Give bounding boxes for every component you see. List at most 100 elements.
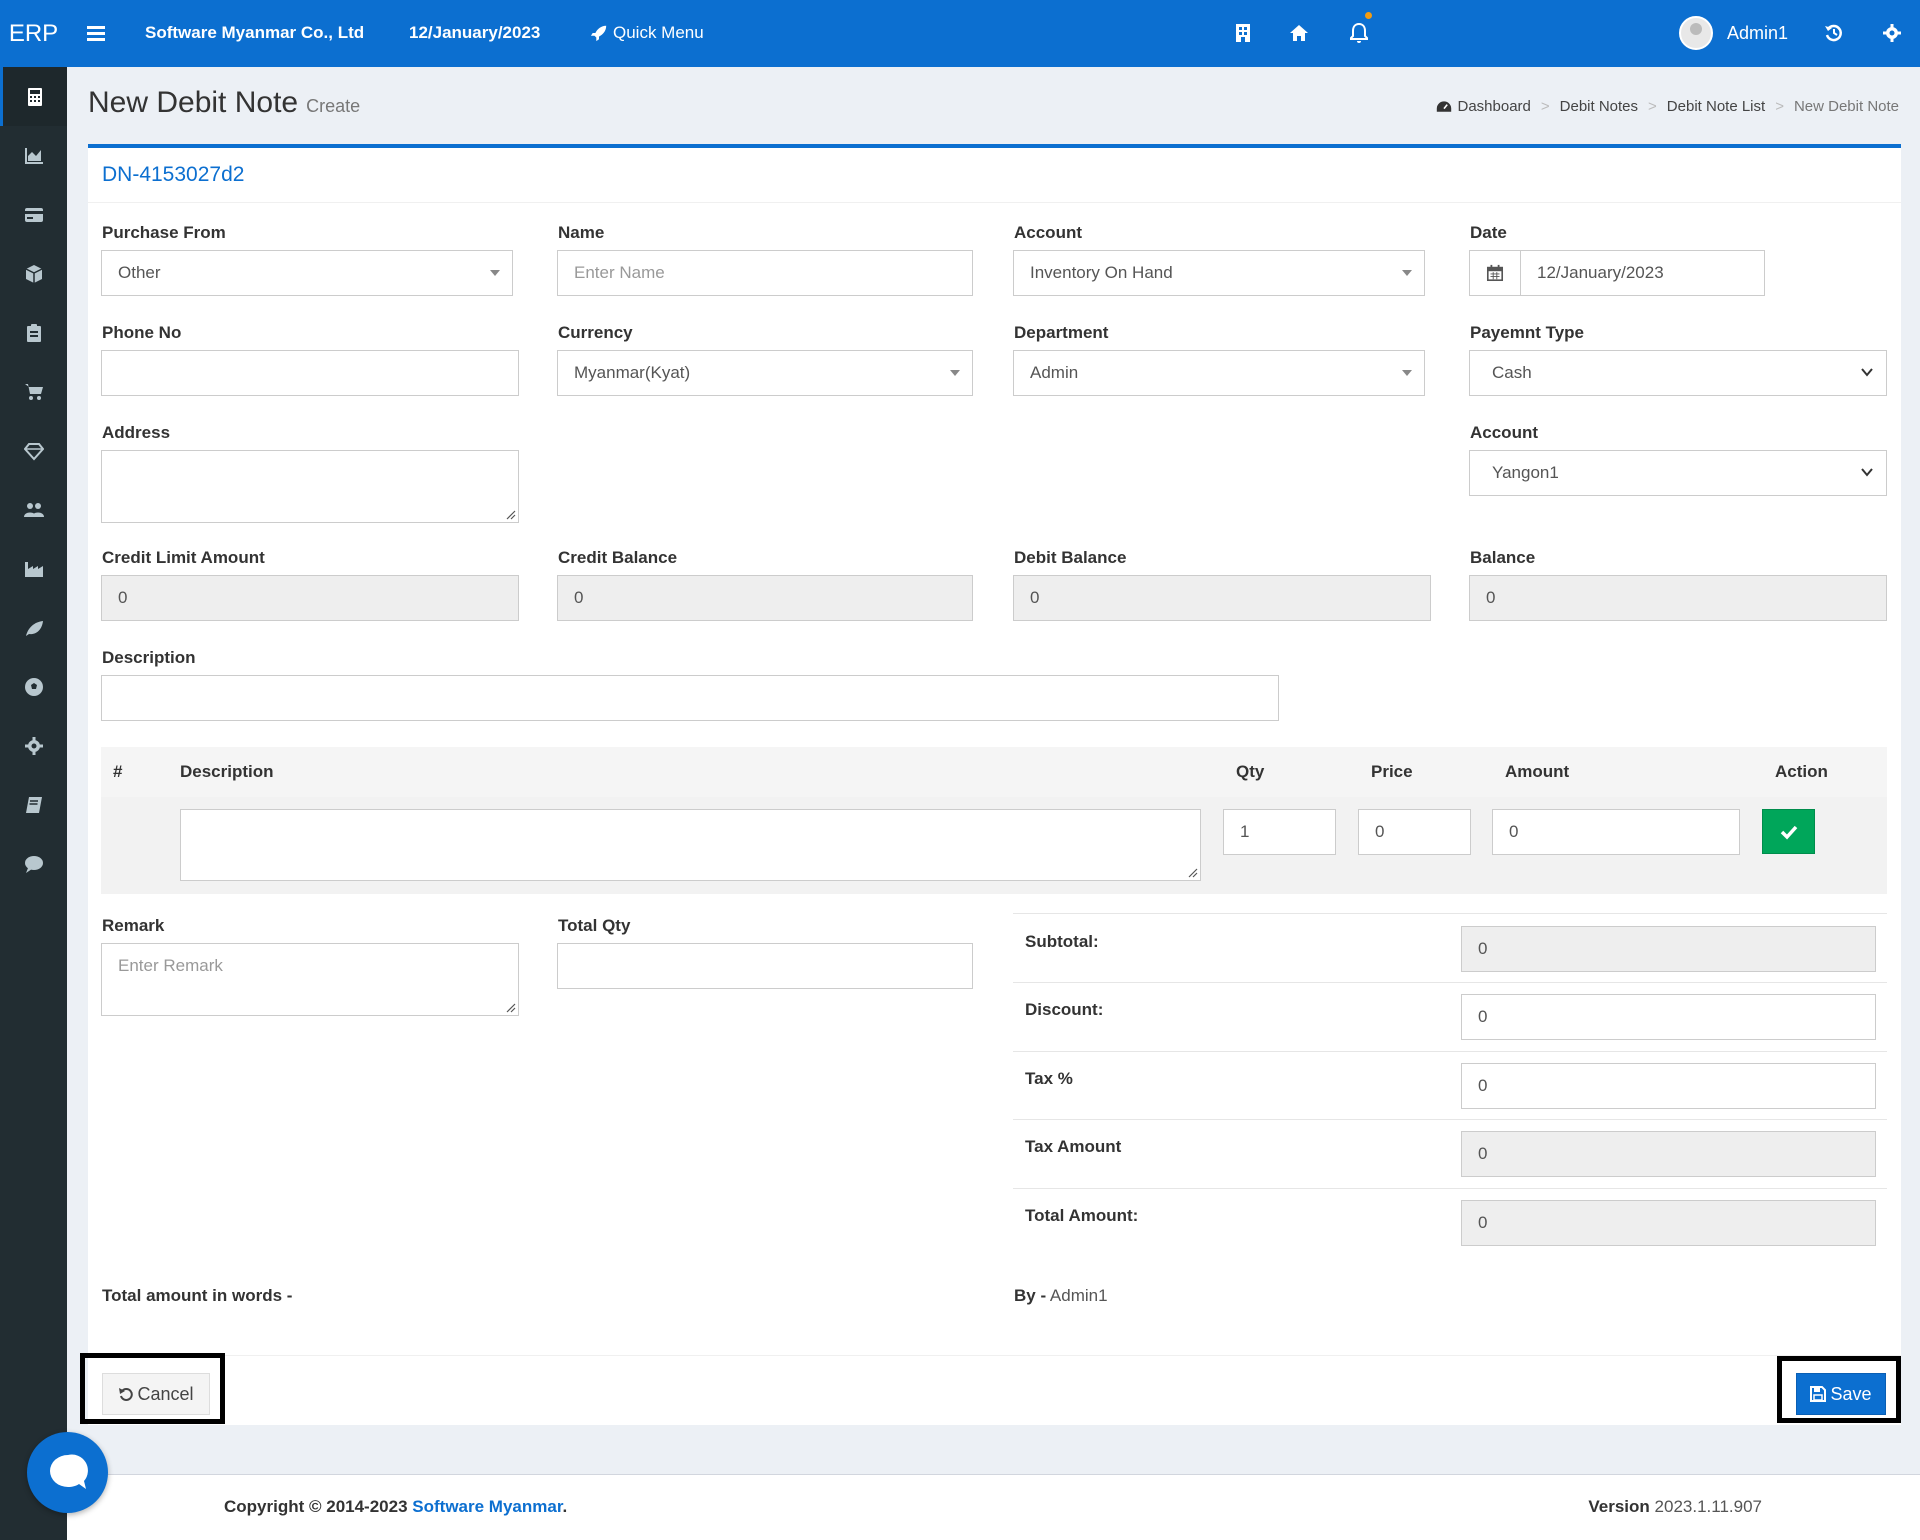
item-description-textarea[interactable]: [180, 809, 1201, 881]
sidebar-item-payments[interactable]: [0, 185, 67, 244]
sidebar-item-messages[interactable]: [0, 834, 67, 893]
chevron-down-icon: [1861, 468, 1873, 477]
divider: [1013, 982, 1887, 983]
tax-percent-value: 0: [1478, 1076, 1488, 1095]
industry-icon: [24, 561, 43, 577]
tax-percent-label: Tax %: [1025, 1069, 1073, 1088]
hamburger-icon: [87, 26, 105, 41]
leaf-icon: [25, 620, 43, 636]
page-title: New Debit Note Create: [88, 86, 360, 120]
created-by-value: Admin1: [1049, 1286, 1108, 1305]
sidebar-item-settings[interactable]: [0, 716, 67, 775]
column-header-action: Action: [1775, 762, 1828, 781]
version-info: Version 2023.1.11.907: [1588, 1497, 1762, 1517]
avatar: [1678, 16, 1713, 50]
bell-icon: [1350, 22, 1368, 43]
sidebar-item-users[interactable]: [0, 480, 67, 539]
caret-down-icon: [1402, 370, 1412, 376]
department-value: Admin: [1030, 363, 1079, 382]
department-select[interactable]: Admin: [1013, 350, 1425, 396]
sidebar-item-inventory[interactable]: [0, 244, 67, 303]
sidebar-item-purchase[interactable]: [0, 362, 67, 421]
created-by-label: By -: [1014, 1286, 1047, 1305]
subtotal-value: 0: [1478, 939, 1488, 958]
item-price-input[interactable]: 0: [1358, 809, 1471, 855]
address-textarea[interactable]: [101, 450, 519, 523]
item-amount-input[interactable]: 0: [1492, 809, 1740, 855]
date-input[interactable]: 12/January/2023: [1520, 250, 1765, 296]
sidebar-item-calculator[interactable]: [0, 67, 67, 126]
resize-handle-icon[interactable]: [1188, 868, 1198, 878]
payment-type-value: Cash: [1492, 363, 1532, 382]
sidebar-item-leaf[interactable]: [0, 598, 67, 657]
purchase-from-select[interactable]: Other: [101, 250, 513, 296]
created-by: By - Admin1: [1014, 1286, 1108, 1306]
app-logo[interactable]: ERP: [0, 0, 67, 67]
breadcrumb-dashboard[interactable]: Dashboard: [1458, 98, 1531, 115]
notifications-button[interactable]: [1349, 12, 1372, 49]
history-button[interactable]: [1824, 23, 1844, 48]
total-amount-label: Total Amount:: [1025, 1206, 1139, 1225]
breadcrumb-debit-notes[interactable]: Debit Notes: [1560, 98, 1638, 115]
sidebar-item-books[interactable]: [0, 775, 67, 834]
date-addon[interactable]: [1469, 250, 1521, 296]
table-row: 1 0 0: [101, 797, 1887, 894]
remark-textarea[interactable]: Enter Remark: [101, 943, 519, 1016]
calendar-icon: [1486, 264, 1504, 282]
version-label: Version: [1588, 1497, 1650, 1516]
item-amount-value: 0: [1509, 822, 1519, 841]
sidebar-item-reports[interactable]: [0, 126, 67, 185]
building-button[interactable]: [1234, 23, 1252, 48]
description-input[interactable]: [101, 675, 1279, 721]
sidebar-item-sports[interactable]: [0, 657, 67, 716]
name-input[interactable]: Enter Name: [557, 250, 973, 296]
company-link[interactable]: Software Myanmar: [412, 1497, 562, 1516]
resize-handle-icon[interactable]: [506, 510, 516, 520]
account2-select[interactable]: Yangon1: [1469, 450, 1887, 496]
sidebar-item-production[interactable]: [0, 539, 67, 598]
page-footer: Copyright © 2014-2023 Software Myanmar. …: [67, 1474, 1920, 1540]
discount-input[interactable]: 0: [1461, 994, 1876, 1040]
item-qty-input[interactable]: 1: [1223, 809, 1336, 855]
total-amount-value: 0: [1478, 1213, 1488, 1232]
version-value: 2023.1.11.907: [1654, 1497, 1762, 1516]
column-header-price: Price: [1371, 762, 1413, 781]
user-menu[interactable]: Admin1: [1678, 16, 1788, 50]
account-select[interactable]: Inventory On Hand: [1013, 250, 1425, 296]
breadcrumb-separator: >: [1540, 98, 1550, 115]
breadcrumb: Dashboard > Debit Notes > Debit Note Lis…: [1436, 98, 1899, 115]
currency-select[interactable]: Myanmar(Kyat): [557, 350, 973, 396]
credit-balance-value: 0: [574, 588, 584, 607]
sidebar-item-assets[interactable]: [0, 421, 67, 480]
page-subtitle: Create: [306, 96, 361, 116]
settings-button[interactable]: [1882, 23, 1902, 48]
breadcrumb-debit-note-list[interactable]: Debit Note List: [1667, 98, 1765, 115]
credit-card-icon: [24, 207, 43, 222]
total-qty-input[interactable]: [557, 943, 973, 989]
home-button[interactable]: [1289, 23, 1309, 48]
resize-handle-icon[interactable]: [506, 1003, 516, 1013]
quick-menu-link[interactable]: Quick Menu: [590, 23, 704, 43]
payment-type-select[interactable]: Cash: [1469, 350, 1887, 396]
remark-label: Remark: [102, 916, 165, 935]
top-navbar: ERP Software Myanmar Co., Ltd 12/January…: [0, 0, 1920, 67]
diamond-icon: [23, 442, 44, 460]
company-name[interactable]: Software Myanmar Co., Ltd: [145, 23, 364, 43]
column-header-index: #: [113, 762, 123, 781]
users-icon: [23, 502, 44, 517]
date-label: Date: [1470, 223, 1507, 242]
box-header: DN-4153027d2: [88, 148, 1901, 203]
tax-percent-input[interactable]: 0: [1461, 1063, 1876, 1109]
phone-input[interactable]: [101, 350, 519, 396]
chevron-down-icon: [1861, 368, 1873, 377]
debit-balance-value: 0: [1030, 588, 1040, 607]
credit-limit-label: Credit Limit Amount: [102, 548, 265, 567]
chat-widget-button[interactable]: [27, 1432, 108, 1513]
check-icon: [1780, 825, 1797, 840]
credit-balance-label: Credit Balance: [558, 548, 678, 567]
add-item-button[interactable]: [1762, 809, 1815, 854]
sidebar-toggle-button[interactable]: [86, 23, 106, 48]
soccer-ball-icon: [24, 677, 43, 696]
name-placeholder: Enter Name: [574, 263, 665, 282]
sidebar-item-tasks[interactable]: [0, 303, 67, 362]
